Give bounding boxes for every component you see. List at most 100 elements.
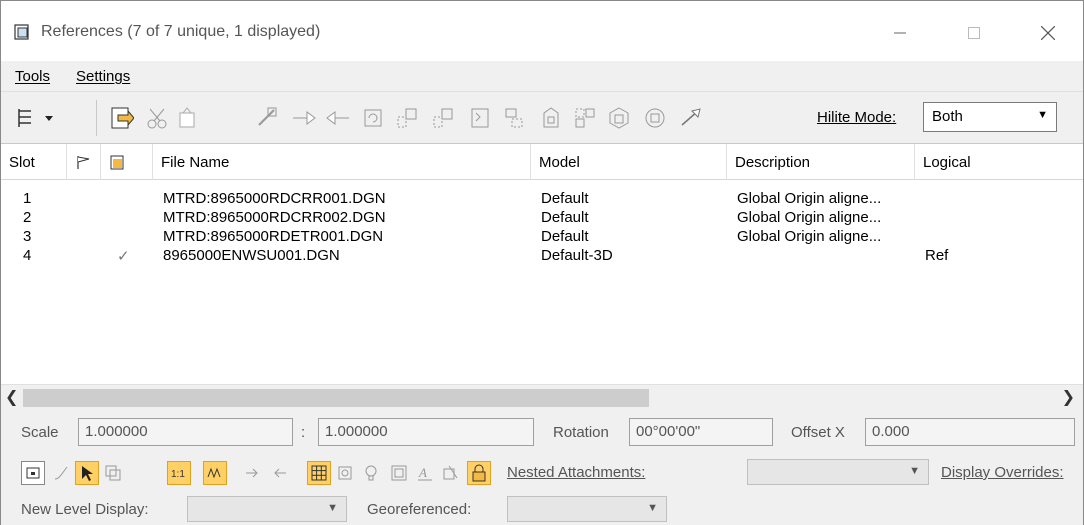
rotation-label: Rotation (553, 424, 609, 441)
col-model[interactable]: Model (531, 144, 727, 180)
levels-icon (338, 466, 352, 480)
cube-icon (609, 107, 629, 129)
row-file-name: 8965000ENWSU001.DGN (163, 247, 340, 264)
tree-view-button[interactable] (13, 104, 61, 132)
table-row[interactable]: 3 MTRD:8965000RDETR001.DGN Default Globa… (1, 228, 1083, 247)
rotate-button[interactable] (359, 104, 387, 132)
offset-x-field[interactable]: 0.000 (865, 418, 1075, 446)
locate-button[interactable] (75, 461, 99, 485)
hilite-mode-select[interactable]: Both ▼ (923, 102, 1057, 132)
close-button[interactable] (1025, 13, 1071, 53)
lightbulb-icon (365, 465, 377, 481)
arrow-right-icon (246, 468, 258, 478)
rotation-field[interactable]: 00°00'00" (629, 418, 773, 446)
mirror-vertical-icon (471, 108, 489, 128)
menu-bar: Tools Settings (1, 61, 1083, 91)
treat-as-element-button[interactable] (241, 461, 265, 485)
new-level-display-label: New Level Display: (21, 501, 149, 518)
move-button[interactable] (289, 104, 317, 132)
col-logical[interactable]: Logical (915, 144, 1083, 180)
display-overrides-label: Display Overrides: (941, 464, 1064, 481)
row-file-name: MTRD:8965000RDETR001.DGN (163, 228, 384, 245)
attach-icon (111, 107, 134, 129)
row-slot: 3 (23, 228, 32, 245)
row-description: Global Origin aligne... (737, 209, 882, 226)
reload-button[interactable] (173, 104, 201, 132)
table-row[interactable]: 2 MTRD:8965000RDCRR002.DGN Default Globa… (1, 209, 1083, 228)
flag-icon (77, 156, 90, 169)
row-file-name: MTRD:8965000RDCRR001.DGN (163, 190, 386, 207)
row-file-name: MTRD:8965000RDCRR002.DGN (163, 209, 386, 226)
display-raster-button[interactable] (267, 461, 291, 485)
mirror-icon (433, 108, 453, 128)
new-level-display-select[interactable]: ▼ (187, 496, 347, 522)
menu-settings[interactable]: Settings (62, 68, 142, 85)
ignore-attachment-button[interactable] (203, 461, 227, 485)
scroll-right-icon[interactable]: ❯ (1062, 387, 1075, 407)
lock-button[interactable] (467, 461, 491, 485)
layers-icon (105, 465, 121, 481)
clip-front-button[interactable] (571, 104, 599, 132)
mirror-horizontal-button[interactable] (429, 104, 457, 132)
col-file-name[interactable]: File Name (153, 144, 531, 180)
table-row[interactable]: 1 MTRD:8965000RDCRR001.DGN Default Globa… (1, 190, 1083, 209)
properties-panel: Scale 1.000000 : 1.000000 Rotation 00°00… (1, 409, 1083, 525)
col-flag[interactable] (67, 144, 101, 180)
copy-button[interactable] (325, 104, 353, 132)
clip-mask-button[interactable] (537, 104, 565, 132)
clip-delete-icon (645, 108, 665, 128)
scrollbar-thumb[interactable] (23, 389, 649, 407)
display-toggle-button[interactable] (21, 461, 45, 485)
text-button[interactable]: A (413, 461, 437, 485)
scale-one-to-one-icon: 1:1 (171, 469, 185, 480)
table-row[interactable]: 4 ✓ 8965000ENWSU001.DGN Default-3D Ref (1, 247, 1083, 266)
row-slot: 2 (23, 209, 32, 226)
georeferenced-select[interactable]: ▼ (507, 496, 667, 522)
clip-mask-icon (543, 107, 559, 128)
col-description[interactable]: Description (727, 144, 915, 180)
exchange-button[interactable] (253, 104, 281, 132)
col-display[interactable] (101, 144, 153, 180)
annotation-button[interactable] (439, 461, 463, 485)
scissors-icon (147, 108, 167, 129)
table-header: Slot File Name Model Description Logical (1, 144, 1083, 180)
arrow-left-icon (274, 468, 286, 478)
scale-reference-field[interactable]: 1.000000 (318, 418, 534, 446)
make-direct-attachment-button[interactable] (677, 104, 705, 132)
chevron-down-icon: ▼ (909, 465, 920, 477)
scale-line-styles-button[interactable]: 1:1 (167, 461, 191, 485)
attach-reference-button[interactable] (107, 104, 135, 132)
raster-button[interactable] (387, 461, 411, 485)
clip-delete-button[interactable] (641, 104, 669, 132)
scale-master-field[interactable]: 1.000000 (78, 418, 293, 446)
row-model: Default (541, 228, 589, 245)
chevron-down-icon: ▼ (1037, 109, 1048, 121)
title-bar: References (7 of 7 unique, 1 displayed) (1, 1, 1083, 61)
levels-button[interactable] (333, 461, 357, 485)
scale-button[interactable] (393, 104, 421, 132)
detach-button[interactable] (143, 104, 171, 132)
light-button[interactable] (359, 461, 383, 485)
col-slot[interactable]: Slot (1, 144, 67, 180)
true-scale-toggle[interactable] (101, 461, 125, 485)
clip-boundary-icon (505, 108, 523, 128)
clip-back-button[interactable] (605, 104, 633, 132)
clip-front-icon (575, 108, 595, 128)
maximize-button[interactable] (951, 13, 997, 53)
hilite-mode-label: Hilite Mode: (817, 109, 897, 126)
nested-attachments-select[interactable]: ▼ (747, 459, 929, 485)
display-grid-button[interactable] (307, 461, 331, 485)
scroll-left-icon[interactable]: ❮ (5, 387, 18, 407)
mirror-vertical-button[interactable] (467, 104, 495, 132)
menu-tools[interactable]: Tools (1, 68, 62, 85)
clip-boundary-button[interactable] (501, 104, 529, 132)
grid-icon (311, 465, 327, 481)
snap-button[interactable] (49, 461, 73, 485)
document-icon (14, 24, 29, 40)
row-model: Default-3D (541, 247, 613, 264)
svg-text:A: A (418, 465, 427, 480)
horizontal-scrollbar[interactable]: ❮ ❯ (1, 384, 1083, 410)
row-slot: 4 (23, 247, 32, 264)
exchange-icon (258, 107, 277, 126)
minimize-button[interactable] (877, 13, 923, 53)
